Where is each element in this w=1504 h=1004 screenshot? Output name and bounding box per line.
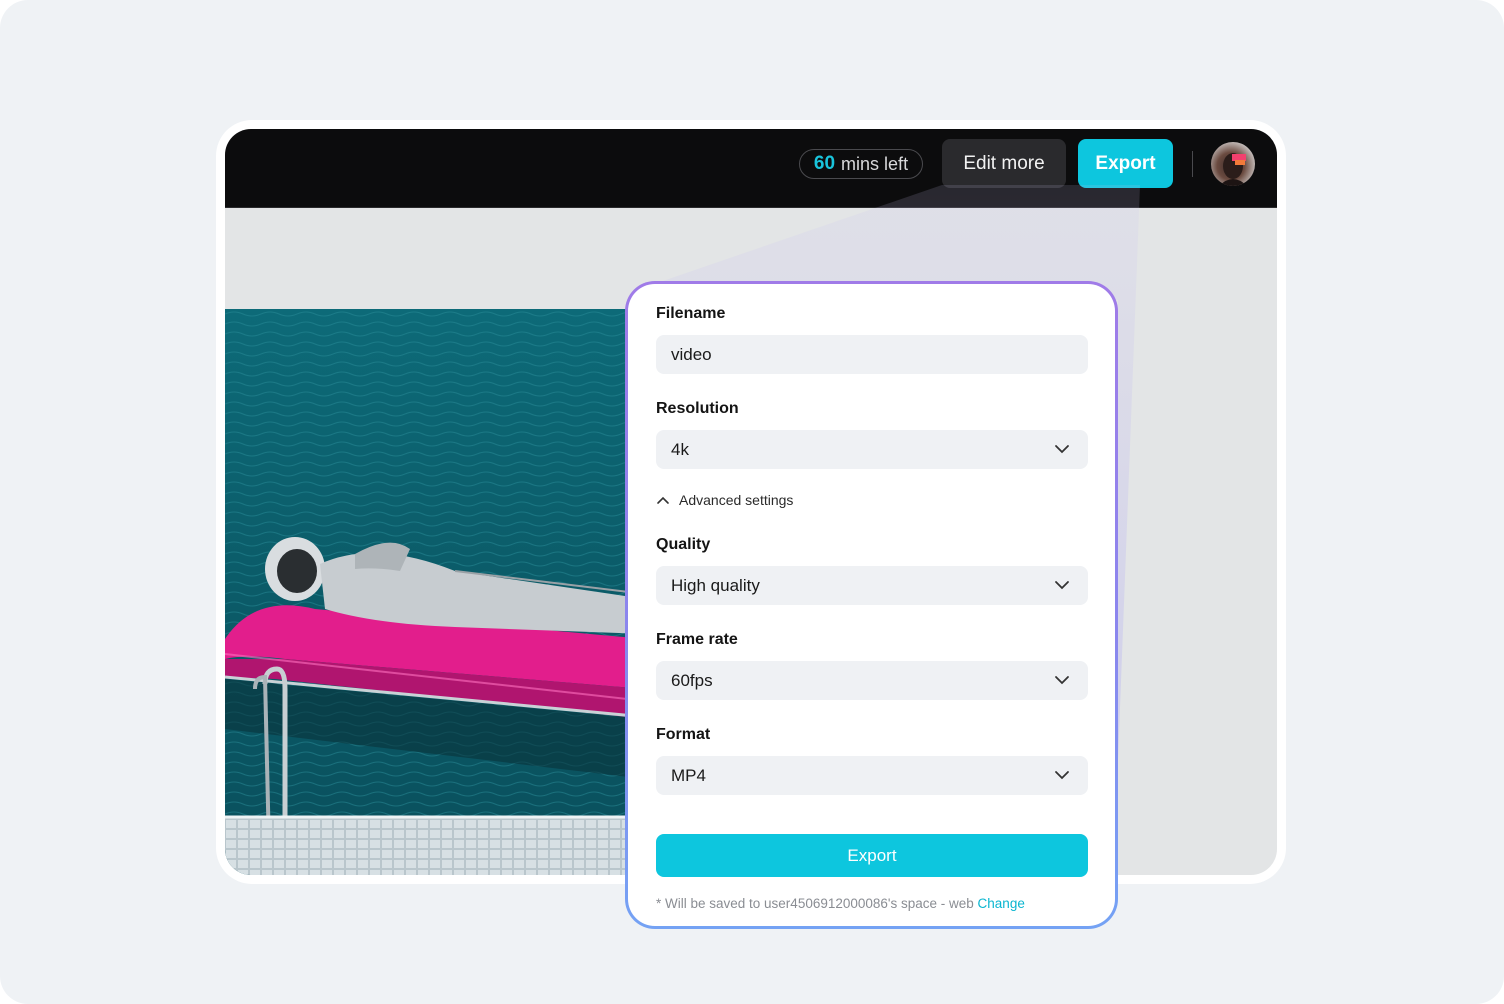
chevron-down-icon	[1055, 445, 1069, 454]
chevron-down-icon	[1055, 771, 1069, 780]
avatar[interactable]	[1211, 142, 1255, 186]
chevron-down-icon	[1055, 676, 1069, 685]
chevron-down-icon	[1055, 581, 1069, 590]
toolbar-divider	[1192, 151, 1193, 177]
avatar-icon	[1219, 153, 1247, 186]
change-location-link[interactable]: Change	[978, 896, 1025, 911]
quality-select[interactable]: High quality	[656, 566, 1088, 605]
export-button[interactable]: Export	[656, 834, 1088, 877]
format-label: Format	[656, 726, 711, 743]
resolution-label: Resolution	[656, 400, 739, 417]
framerate-label: Frame rate	[656, 631, 738, 648]
advanced-settings-label: Advanced settings	[679, 492, 794, 508]
filename-value: video	[671, 344, 712, 364]
filename-input[interactable]: video	[656, 335, 1088, 374]
resolution-value: 4k	[671, 439, 689, 459]
time-remaining-badge: 60 mins left	[799, 149, 923, 179]
quality-label: Quality	[656, 536, 711, 553]
astronaut-pool-illustration	[225, 309, 645, 875]
format-select[interactable]: MP4	[656, 756, 1088, 795]
time-remaining-number: 60	[813, 153, 836, 174]
video-preview-image	[225, 309, 645, 875]
advanced-settings-toggle[interactable]: Advanced settings	[656, 492, 793, 508]
time-remaining-text: mins left	[841, 153, 909, 174]
framerate-select[interactable]: 60fps	[656, 661, 1088, 700]
save-location-note: * Will be saved to user4506912000086's s…	[656, 896, 1025, 911]
top-bar: 60 mins left Edit more Export	[225, 129, 1277, 208]
save-location-text: * Will be saved to user4506912000086's s…	[656, 896, 974, 911]
resolution-select[interactable]: 4k	[656, 430, 1088, 469]
framerate-value: 60fps	[671, 670, 713, 690]
chevron-up-icon	[657, 496, 669, 504]
export-button-top[interactable]: Export	[1078, 139, 1173, 188]
quality-value: High quality	[671, 575, 760, 595]
edit-more-button[interactable]: Edit more	[942, 139, 1066, 188]
export-settings-panel: Filename video Resolution 4k Advanced se…	[625, 281, 1118, 929]
filename-label: Filename	[656, 305, 726, 322]
format-value: MP4	[671, 765, 706, 785]
